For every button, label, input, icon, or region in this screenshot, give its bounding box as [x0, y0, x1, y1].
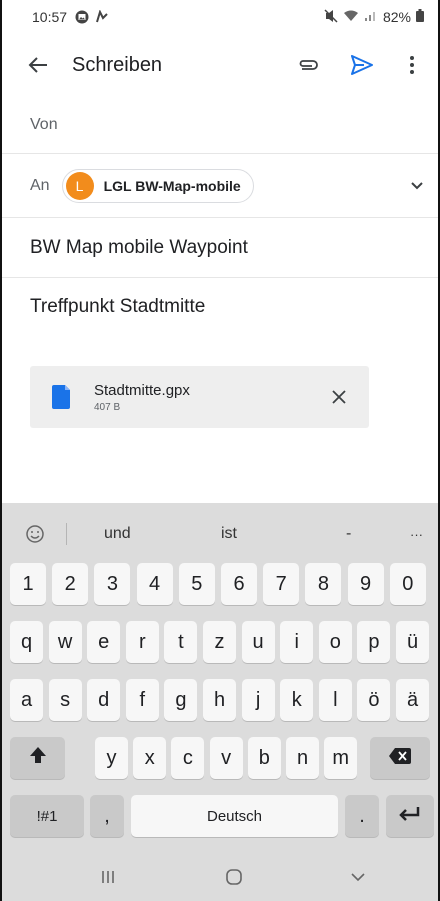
- file-icon: [52, 385, 72, 409]
- key-row2-8[interactable]: l: [318, 679, 352, 721]
- key-row1-2[interactable]: e: [87, 621, 121, 663]
- key-row3-2[interactable]: c: [171, 737, 205, 779]
- chevron-down-icon[interactable]: [410, 178, 424, 196]
- battery-text: 82%: [382, 9, 411, 25]
- key-row2-3[interactable]: f: [125, 679, 159, 721]
- emoji-icon[interactable]: [24, 523, 46, 545]
- more-suggestions[interactable]: ···: [410, 527, 423, 542]
- back-icon[interactable]: [338, 862, 378, 892]
- send-icon[interactable]: [342, 45, 382, 85]
- key-row_numbers-9[interactable]: 0: [389, 563, 426, 605]
- gallery-notification-icon: [75, 10, 89, 24]
- key-row_numbers-2[interactable]: 3: [94, 563, 131, 605]
- key-row2-1[interactable]: s: [48, 679, 82, 721]
- symbols-key[interactable]: !#1: [10, 795, 84, 837]
- attach-icon[interactable]: [288, 45, 328, 85]
- key-row2-7[interactable]: k: [280, 679, 314, 721]
- key-row1-4[interactable]: t: [164, 621, 198, 663]
- key-row3-1[interactable]: x: [133, 737, 167, 779]
- body-field[interactable]: Treffpunkt Stadtmitte: [30, 296, 205, 318]
- close-icon[interactable]: [327, 385, 351, 409]
- signal-icon: [364, 9, 378, 25]
- to-row[interactable]: An L LGL BW-Map-mobile: [2, 154, 438, 218]
- shift-key[interactable]: [10, 737, 65, 779]
- recents-icon[interactable]: [88, 862, 128, 892]
- more-vert-icon[interactable]: [392, 45, 432, 85]
- key-row_numbers-8[interactable]: 9: [347, 563, 384, 605]
- avatar: L: [65, 171, 94, 200]
- key-row1-10[interactable]: ü: [396, 621, 429, 663]
- navigation-bar: [2, 852, 438, 901]
- key-row3-4[interactable]: b: [247, 737, 281, 779]
- key-row1-0[interactable]: q: [10, 621, 43, 663]
- wifi-icon: [343, 9, 359, 25]
- key-row1-5[interactable]: z: [203, 621, 236, 663]
- key-row3-6[interactable]: m: [324, 737, 358, 779]
- divider: [66, 523, 67, 545]
- enter-key[interactable]: [386, 795, 434, 837]
- back-arrow-icon[interactable]: [16, 43, 60, 87]
- key-row_numbers-4[interactable]: 5: [178, 563, 215, 605]
- keyboard: und ist - ··· 1234567890 qwertzuiopü asd…: [2, 503, 438, 901]
- enter-icon: [399, 805, 421, 828]
- app-bar: Schreiben: [2, 34, 438, 96]
- to-label: An: [30, 176, 50, 194]
- key-row1-1[interactable]: w: [48, 621, 82, 663]
- attachment-card[interactable]: Stadtmitte.gpx 407 B: [30, 366, 369, 428]
- key-row1-7[interactable]: i: [280, 621, 314, 663]
- key-row2-4[interactable]: g: [164, 679, 198, 721]
- key-row_numbers-7[interactable]: 8: [305, 563, 342, 605]
- status-time: 10:57: [32, 9, 68, 25]
- key-row2-10[interactable]: ä: [396, 679, 429, 721]
- key-row1-6[interactable]: u: [241, 621, 275, 663]
- key-row2-5[interactable]: h: [203, 679, 236, 721]
- key-row_numbers-5[interactable]: 6: [221, 563, 257, 605]
- key-row2-9[interactable]: ö: [357, 679, 391, 721]
- key-row_numbers-3[interactable]: 4: [136, 563, 173, 605]
- recipient-chip[interactable]: L LGL BW-Map-mobile: [61, 168, 254, 203]
- key-row_numbers-0[interactable]: 1: [10, 563, 46, 605]
- suggestion-1[interactable]: und: [104, 525, 131, 543]
- from-row[interactable]: Von: [2, 96, 438, 154]
- key-row3-5[interactable]: n: [286, 737, 319, 779]
- app-notification-icon: [95, 10, 109, 24]
- recipient-name: LGL BW-Map-mobile: [103, 177, 241, 194]
- key-row2-0[interactable]: a: [10, 679, 43, 721]
- key-row2-2[interactable]: d: [87, 679, 121, 721]
- suggestion-2[interactable]: ist: [221, 525, 237, 543]
- key-row1-8[interactable]: o: [318, 621, 352, 663]
- key-row1-9[interactable]: p: [357, 621, 391, 663]
- attachment-size: 407 B: [94, 401, 121, 413]
- period-key[interactable]: .: [345, 795, 379, 837]
- key-row2-6[interactable]: j: [241, 679, 275, 721]
- backspace-key[interactable]: [370, 737, 430, 779]
- backspace-icon: [389, 747, 411, 770]
- key-row3-3[interactable]: v: [209, 737, 243, 779]
- battery-icon: [416, 9, 424, 25]
- suggestion-3[interactable]: -: [346, 525, 351, 543]
- suggestion-bar: und ist - ···: [2, 503, 438, 565]
- from-label: Von: [30, 115, 58, 133]
- space-key[interactable]: Deutsch: [131, 795, 338, 837]
- attachment-filename: Stadtmitte.gpx: [94, 381, 190, 399]
- page-title: Schreiben: [72, 53, 163, 76]
- key-row1-3[interactable]: r: [125, 621, 159, 663]
- key-row_numbers-1[interactable]: 2: [52, 563, 89, 605]
- shift-icon: [29, 746, 47, 770]
- screen: 10:57 82% Schreiben Von An L LGL BW-Map-…: [0, 0, 440, 901]
- status-bar: 10:57 82%: [2, 0, 438, 34]
- comma-key[interactable]: ,: [90, 795, 124, 837]
- key-row3-0[interactable]: y: [95, 737, 128, 779]
- key-row_numbers-6[interactable]: 7: [263, 563, 300, 605]
- subject-field[interactable]: BW Map mobile Waypoint: [2, 218, 438, 278]
- home-icon[interactable]: [214, 862, 254, 892]
- subject-text: BW Map mobile Waypoint: [30, 236, 248, 258]
- mute-icon: [324, 8, 338, 26]
